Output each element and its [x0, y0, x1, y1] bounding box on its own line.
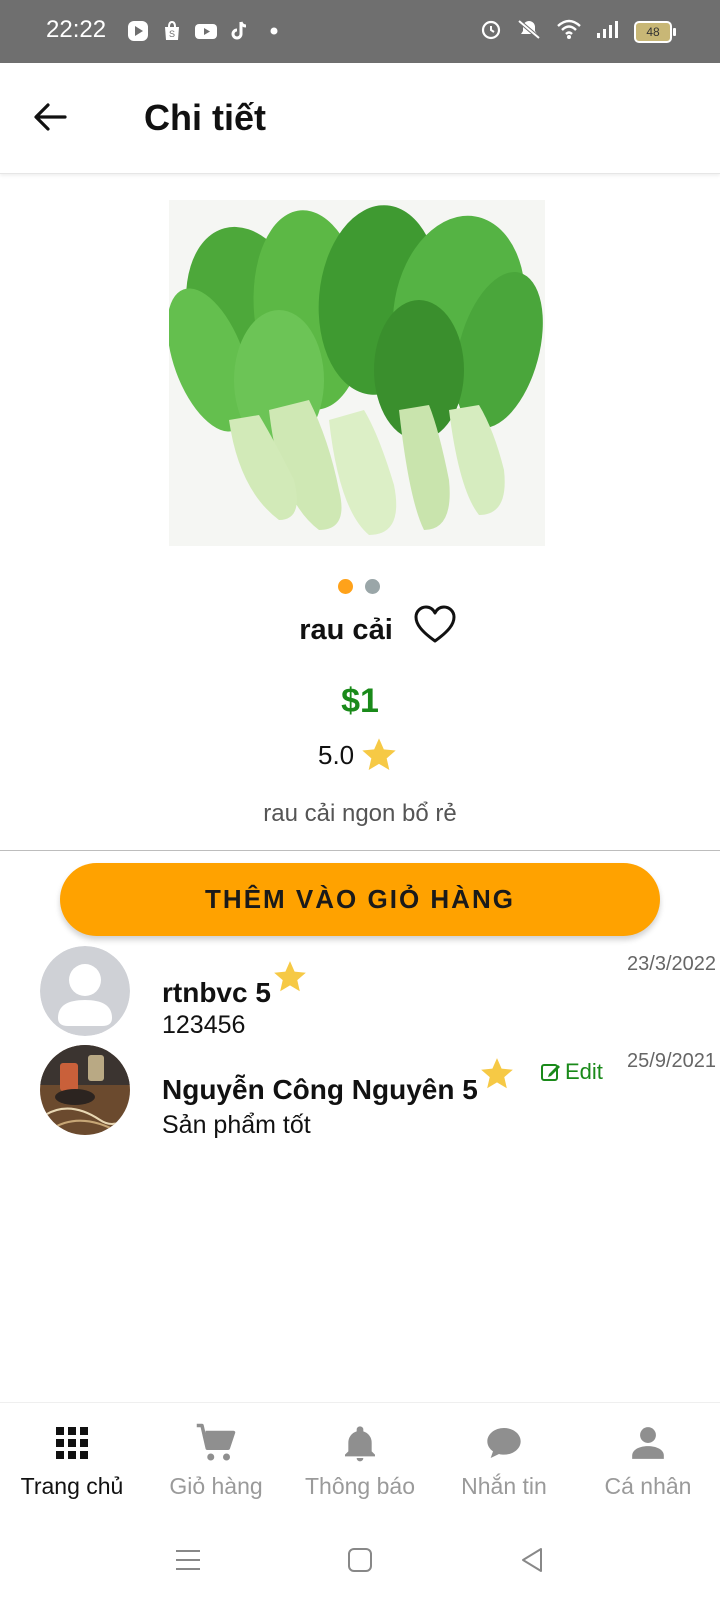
- play-store-icon: [126, 19, 150, 43]
- carousel-indicator: [338, 579, 380, 594]
- status-notification-icons: S: [126, 19, 286, 43]
- reviewer-name: Nguyễn Công Nguyên 5: [162, 1055, 516, 1106]
- back-system-button[interactable]: [512, 1542, 552, 1578]
- reviewer-avatar: [40, 946, 130, 1036]
- review-item: rtnbvc 5 23/3/2022 123456: [0, 946, 720, 1042]
- product-name-row: rau cải: [0, 614, 720, 647]
- reviewer-name: rtnbvc 5: [162, 958, 309, 1009]
- review-item: Nguyễn Công Nguyên 5 Edit 25/9/2021 Sản …: [0, 1043, 720, 1139]
- svg-text:S: S: [169, 29, 175, 39]
- product-name: rau cải: [299, 614, 393, 646]
- review-date: 23/3/2022: [627, 953, 716, 975]
- youtube-icon: [194, 19, 218, 43]
- favorite-button[interactable]: [413, 605, 457, 645]
- status-system-icons: 48: [480, 18, 676, 45]
- home-button[interactable]: [340, 1542, 380, 1578]
- nav-label: Cá nhân: [604, 1473, 692, 1499]
- more-dot-icon: [262, 19, 286, 43]
- nav-label: Trang chủ: [20, 1473, 124, 1499]
- add-to-cart-button[interactable]: THÊM VÀO GIỎ HÀNG: [60, 863, 660, 936]
- nav-item-home[interactable]: Trang chủ: [0, 1421, 144, 1500]
- rating-value: 5.0: [318, 739, 355, 770]
- person-icon: [576, 1421, 720, 1465]
- reviewer-photo: [40, 1045, 130, 1135]
- review-text: Sản phẩm tốt: [162, 1111, 311, 1139]
- product-rating: 5.0: [318, 735, 400, 775]
- nav-label: Giỏ hàng: [169, 1473, 263, 1499]
- mute-icon: [516, 18, 542, 45]
- bell-icon: [288, 1421, 432, 1465]
- wifi-icon: [556, 18, 582, 45]
- nav-label: Nhắn tin: [461, 1473, 547, 1499]
- shopee-icon: S: [160, 19, 184, 43]
- star-icon: [480, 1058, 513, 1089]
- edit-label: Edit: [565, 1059, 603, 1084]
- menu-icon: [176, 1550, 200, 1570]
- bottom-navigation: Trang chủ Giỏ hàng Thông báo Nhắn tin Cá…: [0, 1402, 720, 1521]
- review-text: 123456: [162, 1011, 246, 1039]
- reviewer-avatar: [40, 1045, 130, 1135]
- status-time: 22:22: [46, 16, 107, 43]
- recents-button[interactable]: [168, 1542, 208, 1578]
- star-icon: [274, 961, 306, 992]
- nav-item-profile[interactable]: Cá nhân: [576, 1421, 720, 1500]
- chat-icon: [432, 1421, 576, 1465]
- reviewer-name-text: rtnbvc 5: [162, 977, 271, 1008]
- nav-item-messages[interactable]: Nhắn tin: [432, 1421, 576, 1500]
- heart-icon: [414, 605, 456, 643]
- nav-label: Thông báo: [305, 1473, 415, 1499]
- battery-icon: 48: [634, 20, 676, 43]
- grid-icon: [0, 1421, 144, 1465]
- app-bar: Chi tiết: [0, 63, 720, 174]
- edit-review-button[interactable]: Edit: [540, 1059, 603, 1085]
- signal-icon: [596, 19, 620, 44]
- nav-item-cart[interactable]: Giỏ hàng: [144, 1421, 288, 1500]
- reviewer-name-text: Nguyễn Công Nguyên 5: [162, 1074, 478, 1105]
- review-date: 25/9/2021: [627, 1050, 716, 1072]
- back-button[interactable]: [30, 97, 70, 137]
- edit-icon: [541, 1064, 560, 1081]
- carousel-dot[interactable]: [365, 579, 380, 594]
- default-avatar-icon: [40, 946, 130, 1036]
- triangle-back-icon: [522, 1548, 542, 1572]
- product-image[interactable]: [169, 200, 545, 546]
- cart-icon: [144, 1421, 288, 1465]
- arrow-left-icon: [34, 103, 67, 131]
- system-navigation-bar: [0, 1520, 720, 1600]
- divider: [0, 850, 720, 851]
- star-icon: [362, 738, 396, 770]
- square-icon: [348, 1548, 372, 1572]
- product-description: rau cải ngon bổ rẻ: [263, 800, 457, 827]
- product-price: $1: [341, 682, 379, 720]
- carousel-dot-active[interactable]: [338, 579, 353, 594]
- status-bar: 22:22 S 48: [0, 0, 720, 63]
- page-title: Chi tiết: [144, 97, 266, 138]
- nav-item-notifications[interactable]: Thông báo: [288, 1421, 432, 1500]
- alarm-icon: [480, 18, 502, 45]
- tiktok-icon: [228, 19, 252, 43]
